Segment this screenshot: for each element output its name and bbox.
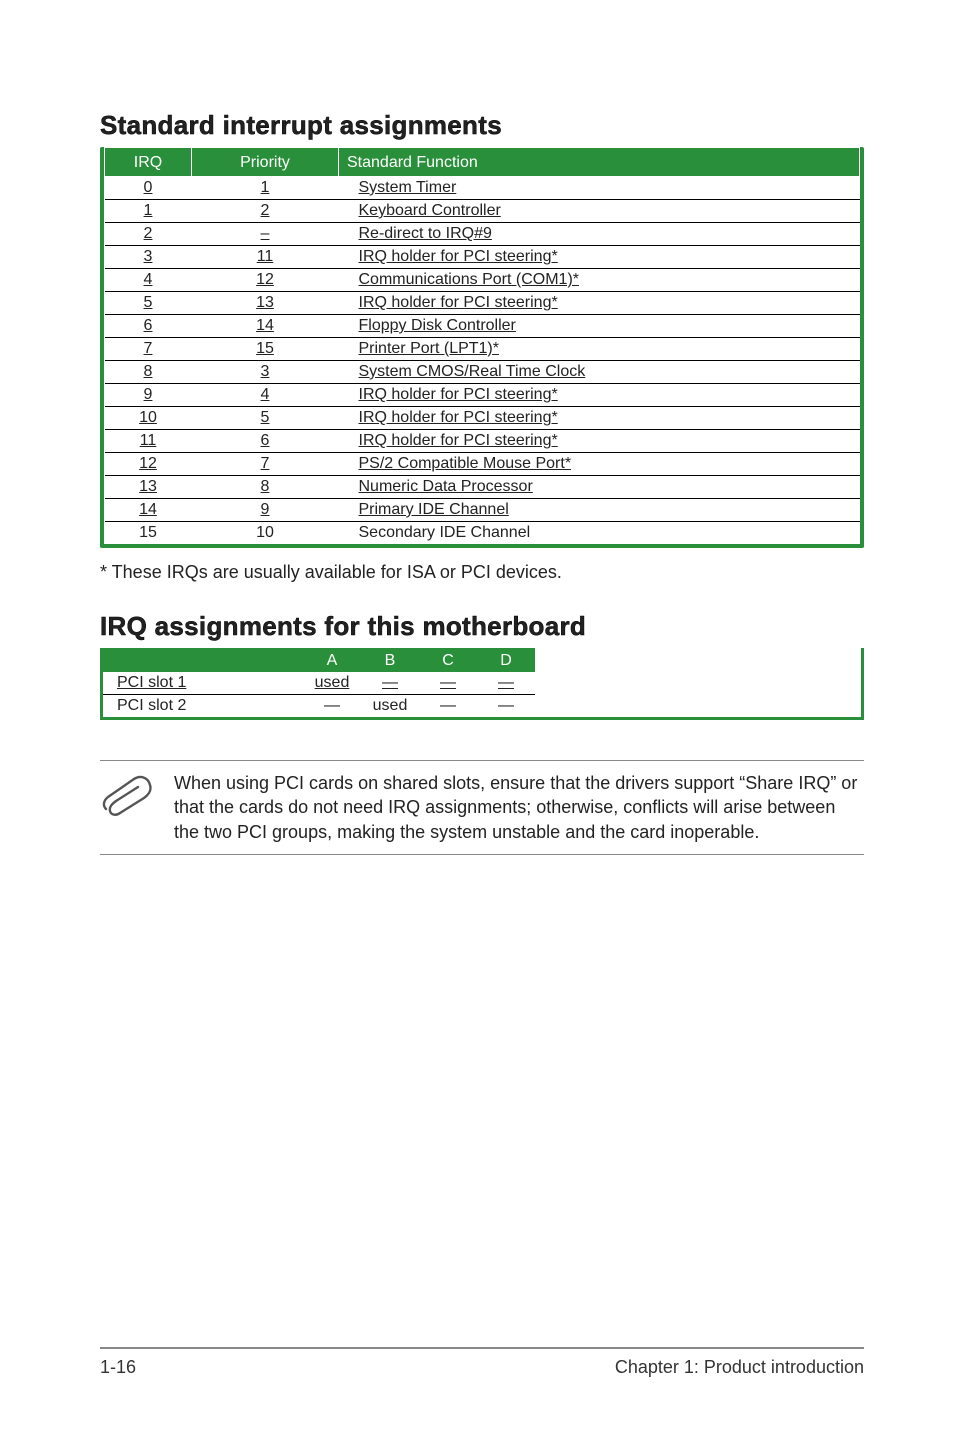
irq-table: IRQ Priority Standard Function 01System … (104, 147, 860, 544)
cell-priority: 12 (192, 269, 339, 292)
table-row: 138Numeric Data Processor (105, 476, 860, 499)
cell-function: IRQ holder for PCI steering* (339, 430, 860, 453)
table-row: 715Printer Port (LPT1)* (105, 338, 860, 361)
cell-slot-label: PCI slot 2 (103, 695, 303, 718)
cell-priority: 14 (192, 315, 339, 338)
cell-function: Communications Port (COM1)* (339, 269, 860, 292)
footer-chapter-title: Chapter 1: Product introduction (615, 1357, 864, 1378)
table-row: 2–Re-direct to IRQ#9 (105, 223, 860, 246)
cell-slot-value: used (361, 695, 419, 718)
cell-function: Re-direct to IRQ#9 (339, 223, 860, 246)
cell-function: PS/2 Compatible Mouse Port* (339, 453, 860, 476)
table-row: 127PS/2 Compatible Mouse Port* (105, 453, 860, 476)
col-header-d: D (477, 648, 535, 672)
table-row: 614Floppy Disk Controller (105, 315, 860, 338)
cell-irq: 3 (105, 246, 192, 269)
col-header-a: A (303, 648, 361, 672)
col-header-c: C (419, 648, 477, 672)
cell-priority: 4 (192, 384, 339, 407)
table-row: 116IRQ holder for PCI steering* (105, 430, 860, 453)
col-header-priority: Priority (192, 148, 339, 177)
cell-function: System CMOS/Real Time Clock (339, 361, 860, 384)
cell-slot-value: — (419, 695, 477, 718)
cell-function: Secondary IDE Channel (339, 522, 860, 545)
table-row: PCI slot 2—used—— (103, 695, 535, 718)
cell-irq: 14 (105, 499, 192, 522)
table-row: 412Communications Port (COM1)* (105, 269, 860, 292)
cell-priority: 13 (192, 292, 339, 315)
mb-irq-table: ABCD PCI slot 1used———PCI slot 2—used—— (103, 648, 535, 717)
table-row: 311IRQ holder for PCI steering* (105, 246, 860, 269)
cell-irq: 2 (105, 223, 192, 246)
cell-irq: 11 (105, 430, 192, 453)
cell-irq: 10 (105, 407, 192, 430)
cell-function: Primary IDE Channel (339, 499, 860, 522)
cell-priority: 1 (192, 177, 339, 200)
page-footer: 1-16 Chapter 1: Product introduction (100, 1347, 864, 1378)
cell-irq: 4 (105, 269, 192, 292)
cell-function: Numeric Data Processor (339, 476, 860, 499)
cell-priority: 11 (192, 246, 339, 269)
cell-function: IRQ holder for PCI steering* (339, 407, 860, 430)
heading-standard-interrupt: Standard interrupt assignments (100, 110, 864, 141)
cell-function: IRQ holder for PCI steering* (339, 384, 860, 407)
col-header-blank (103, 648, 303, 672)
table-row: 149Primary IDE Channel (105, 499, 860, 522)
cell-priority: – (192, 223, 339, 246)
cell-irq: 5 (105, 292, 192, 315)
cell-function: Keyboard Controller (339, 200, 860, 223)
table-row: 1510Secondary IDE Channel (105, 522, 860, 545)
heading-irq-assignments-mb: IRQ assignments for this motherboard (100, 611, 864, 642)
cell-irq: 1 (105, 200, 192, 223)
table-row: 94IRQ holder for PCI steering* (105, 384, 860, 407)
table-row: 12Keyboard Controller (105, 200, 860, 223)
cell-irq: 9 (105, 384, 192, 407)
info-callout: When using PCI cards on shared slots, en… (100, 760, 864, 855)
cell-function: System Timer (339, 177, 860, 200)
cell-slot-value: used (303, 672, 361, 695)
cell-priority: 10 (192, 522, 339, 545)
footer-page-number: 1-16 (100, 1357, 136, 1378)
cell-slot-value: — (361, 672, 419, 695)
irq-footnote: * These IRQs are usually available for I… (100, 562, 864, 583)
cell-slot-value: — (303, 695, 361, 718)
table-row: PCI slot 1used——— (103, 672, 535, 695)
cell-function: IRQ holder for PCI steering* (339, 246, 860, 269)
cell-irq: 8 (105, 361, 192, 384)
cell-slot-value: — (419, 672, 477, 695)
cell-slot-label: PCI slot 1 (103, 672, 303, 695)
irq-table-container: IRQ Priority Standard Function 01System … (100, 147, 864, 548)
cell-irq: 13 (105, 476, 192, 499)
table-row: 01System Timer (105, 177, 860, 200)
col-header-function: Standard Function (339, 148, 860, 177)
cell-irq: 12 (105, 453, 192, 476)
cell-function: Floppy Disk Controller (339, 315, 860, 338)
table-row: 513IRQ holder for PCI steering* (105, 292, 860, 315)
cell-irq: 7 (105, 338, 192, 361)
cell-priority: 2 (192, 200, 339, 223)
cell-priority: 9 (192, 499, 339, 522)
cell-irq: 0 (105, 177, 192, 200)
col-header-irq: IRQ (105, 148, 192, 177)
cell-irq: 6 (105, 315, 192, 338)
cell-slot-value: — (477, 672, 535, 695)
cell-irq: 15 (105, 522, 192, 545)
note-paperclip-icon (100, 773, 156, 817)
table-row: 105IRQ holder for PCI steering* (105, 407, 860, 430)
callout-text: When using PCI cards on shared slots, en… (174, 771, 864, 844)
cell-slot-value: — (477, 695, 535, 718)
cell-priority: 8 (192, 476, 339, 499)
table-row: 83System CMOS/Real Time Clock (105, 361, 860, 384)
cell-function: IRQ holder for PCI steering* (339, 292, 860, 315)
col-header-b: B (361, 648, 419, 672)
cell-priority: 6 (192, 430, 339, 453)
cell-function: Printer Port (LPT1)* (339, 338, 860, 361)
mb-table-container: ABCD PCI slot 1used———PCI slot 2—used—— (100, 648, 864, 720)
cell-priority: 3 (192, 361, 339, 384)
cell-priority: 7 (192, 453, 339, 476)
cell-priority: 15 (192, 338, 339, 361)
cell-priority: 5 (192, 407, 339, 430)
